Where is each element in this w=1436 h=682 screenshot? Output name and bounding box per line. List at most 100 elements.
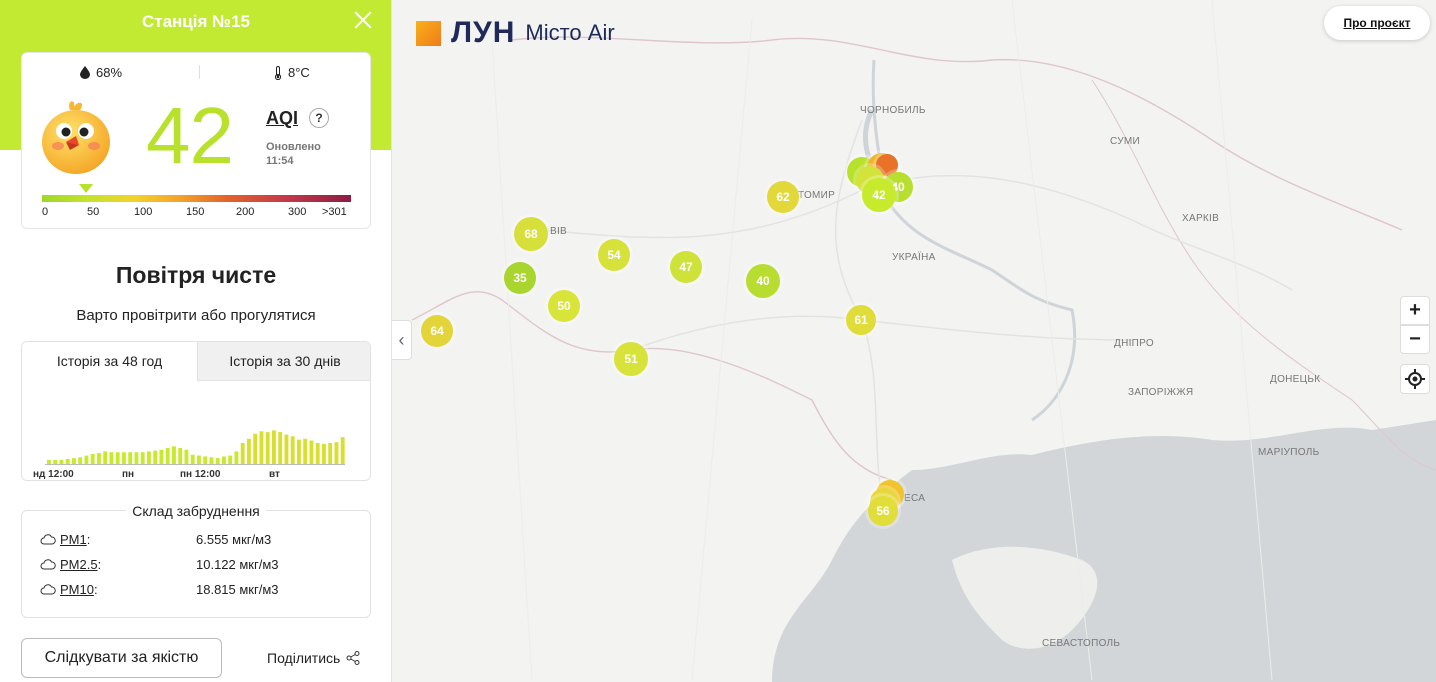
time-label: пн 12:00: [180, 469, 221, 480]
history-bar[interactable]: [159, 449, 164, 464]
history-bar[interactable]: [109, 452, 114, 464]
history-bar[interactable]: [290, 436, 295, 464]
station-marker[interactable]: 61: [846, 305, 876, 335]
history-bar[interactable]: [134, 452, 139, 464]
history-bar[interactable]: [228, 455, 233, 464]
history-bar[interactable]: [84, 455, 89, 464]
station-marker[interactable]: 47: [670, 251, 702, 283]
history-bar[interactable]: [153, 450, 158, 464]
history-bar[interactable]: [190, 454, 195, 464]
pollutant-name[interactable]: PM2.5: [60, 557, 98, 572]
history-bar[interactable]: [297, 439, 301, 464]
history-bar[interactable]: [140, 452, 145, 464]
follow-quality-button[interactable]: Слідкувати за якістю: [21, 638, 222, 678]
history-bar[interactable]: [97, 453, 101, 464]
divider: [199, 65, 200, 79]
history-bar[interactable]: [184, 449, 189, 464]
status-subtitle: Варто провітрити або прогулятися: [76, 307, 316, 324]
history-bar[interactable]: [240, 443, 245, 464]
history-bar[interactable]: [234, 451, 239, 464]
temperature: 8°C: [274, 65, 310, 80]
station-marker[interactable]: 50: [548, 290, 580, 322]
status-title: Повітря чисте: [115, 262, 277, 288]
history-bar[interactable]: [197, 455, 201, 464]
scale-tick: 0: [42, 206, 49, 218]
share-button[interactable]: Поділитись: [267, 650, 360, 666]
station-marker[interactable]: 42: [862, 178, 896, 212]
tab-history-48h[interactable]: Історія за 48 год: [22, 342, 197, 381]
aqi-card: 68% 8°C 42 AQI ? Оновлено 11:54 0 50 100…: [21, 52, 371, 229]
brand-logo[interactable]: ЛУН Місто Air: [416, 18, 615, 48]
history-bar[interactable]: [284, 434, 289, 464]
station-marker[interactable]: 56: [868, 496, 898, 526]
share-icon: [346, 651, 360, 665]
history-bar[interactable]: [222, 456, 226, 464]
droplet-icon: [80, 66, 90, 79]
temperature-value: 8°C: [288, 65, 310, 80]
city-label: ДНІПРО: [1114, 338, 1154, 349]
station-marker[interactable]: 68: [514, 217, 548, 251]
history-bar[interactable]: [115, 452, 120, 464]
history-bar-chart: [47, 430, 345, 464]
pollution-card: PM1: 6.555 мкг/м3 PM2.5: 10.122 мкг/м3 P…: [21, 510, 371, 618]
app: Станція №15 68% 8°C 42 AQI ? Оновлено 11…: [0, 0, 1436, 682]
map[interactable]: ЛУН Місто Air Про проєкт ‹ + − ЧОРНОБИЛЬ…: [392, 0, 1436, 682]
history-bar[interactable]: [272, 430, 276, 464]
station-panel: Станція №15 68% 8°C 42 AQI ? Оновлено 11…: [0, 0, 392, 682]
history-bar[interactable]: [103, 451, 108, 464]
history-bar[interactable]: [172, 446, 176, 464]
history-bar[interactable]: [165, 448, 170, 464]
history-card: Історія за 48 год Історія за 30 днів нд …: [21, 341, 371, 481]
pollutant-value: 10.122 мкг/м3: [196, 557, 279, 572]
aqi-link[interactable]: AQI: [266, 108, 298, 129]
tab-history-30d[interactable]: Історія за 30 днів: [197, 342, 370, 381]
humidity-value: 68%: [96, 65, 123, 80]
history-bar[interactable]: [128, 452, 133, 464]
station-marker[interactable]: 35: [504, 262, 536, 294]
updated-time: 11:54: [266, 155, 294, 167]
history-bar[interactable]: [253, 433, 258, 464]
city-label: СЕВАСТОПОЛЬ: [1042, 638, 1121, 649]
pollutant-name[interactable]: PM1: [60, 532, 87, 547]
history-bar[interactable]: [322, 443, 326, 464]
history-bar[interactable]: [328, 443, 333, 464]
pollutant-name[interactable]: PM10: [60, 582, 94, 597]
history-bar[interactable]: [247, 438, 251, 464]
scale-tick: 50: [87, 206, 100, 218]
history-bar[interactable]: [78, 457, 83, 464]
history-bar[interactable]: [278, 432, 283, 464]
history-bar[interactable]: [209, 457, 214, 464]
close-icon[interactable]: [352, 9, 374, 31]
history-bar[interactable]: [303, 438, 308, 464]
zoom-out-button[interactable]: −: [1400, 325, 1430, 354]
history-bar[interactable]: [315, 443, 320, 464]
help-icon[interactable]: ?: [309, 108, 329, 128]
station-marker[interactable]: 54: [598, 239, 630, 271]
history-bar[interactable]: [340, 437, 345, 464]
history-bar[interactable]: [265, 432, 270, 464]
collapse-panel-button[interactable]: ‹: [392, 320, 412, 360]
cloud-icon: [40, 584, 56, 595]
city-label: ТОМИР: [798, 190, 836, 201]
history-bar[interactable]: [90, 453, 95, 464]
history-bar[interactable]: [259, 431, 264, 464]
about-project-button[interactable]: Про проєкт: [1324, 6, 1430, 40]
locate-button[interactable]: [1400, 364, 1430, 394]
station-marker[interactable]: 40: [746, 264, 780, 298]
city-label: ЗАПОРІЖЖЯ: [1128, 387, 1194, 398]
zoom-in-button[interactable]: +: [1400, 296, 1430, 325]
city-label: ХАРКІВ: [1182, 213, 1220, 224]
city-label: СУМИ: [1110, 136, 1140, 147]
history-bar[interactable]: [309, 440, 314, 464]
scale-tick: 150: [186, 206, 205, 218]
history-bar[interactable]: [334, 442, 339, 464]
history-bar[interactable]: [122, 452, 126, 464]
pollutant-row: PM2.5:: [40, 557, 101, 572]
history-bar[interactable]: [178, 448, 183, 464]
history-bar[interactable]: [147, 451, 151, 464]
station-marker[interactable]: 51: [614, 342, 648, 376]
history-bar[interactable]: [203, 456, 208, 464]
station-marker[interactable]: 62: [767, 181, 799, 213]
station-marker[interactable]: 64: [421, 315, 453, 347]
scale-marker: [79, 184, 93, 193]
